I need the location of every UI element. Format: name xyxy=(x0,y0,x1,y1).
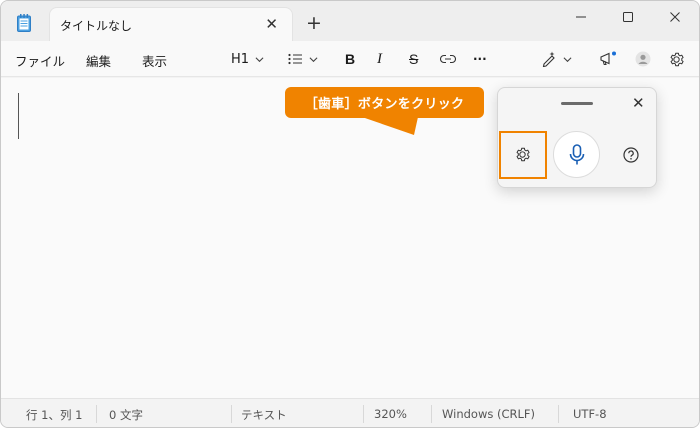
tab-close-icon[interactable]: ✕ xyxy=(265,15,278,33)
avatar-icon xyxy=(635,51,651,67)
menu-edit[interactable]: 編集 xyxy=(86,51,111,70)
status-text-format[interactable]: テキスト xyxy=(241,407,287,423)
menu-file[interactable]: ファイル xyxy=(15,51,65,70)
settings-highlight-box xyxy=(499,131,547,179)
megaphone-icon xyxy=(600,51,616,65)
account-button[interactable] xyxy=(635,47,651,71)
menu-view[interactable]: 表示 xyxy=(142,51,167,70)
chevron-down-icon xyxy=(563,56,572,62)
bulleted-list-icon xyxy=(288,53,302,65)
more-options-button[interactable]: ··· xyxy=(473,47,487,71)
feedback-button[interactable] xyxy=(599,47,617,71)
tab-title: タイトルなし xyxy=(60,19,133,33)
gear-icon xyxy=(670,52,684,66)
italic-icon: I xyxy=(377,50,382,67)
close-window-button[interactable] xyxy=(652,1,698,33)
chevron-down-icon xyxy=(309,56,318,62)
drag-handle[interactable] xyxy=(561,102,593,105)
text-cursor xyxy=(18,93,19,139)
status-divider xyxy=(231,405,232,423)
status-divider xyxy=(558,405,559,423)
italic-button[interactable]: I xyxy=(377,47,382,71)
bold-button[interactable]: B xyxy=(345,47,355,71)
list-dropdown[interactable] xyxy=(288,47,318,71)
status-bar: 行 1、列 1 0 文字 テキスト 320% Windows (CRLF) UT… xyxy=(1,398,699,427)
status-divider xyxy=(363,405,364,423)
status-line-ending: Windows (CRLF) xyxy=(442,407,536,421)
copilot-rewrite-dropdown[interactable] xyxy=(541,47,572,71)
chevron-down-icon xyxy=(255,56,264,62)
voice-panel-close-icon[interactable]: ✕ xyxy=(632,94,645,112)
status-zoom[interactable]: 320% xyxy=(374,407,407,421)
sparkle-pen-icon xyxy=(542,51,555,67)
instruction-callout: ［歯車］ボタンをクリック xyxy=(285,87,484,118)
microphone-button[interactable] xyxy=(553,131,600,178)
bold-icon: B xyxy=(345,51,356,67)
close-icon xyxy=(670,12,680,22)
status-cursor-position: 行 1、列 1 xyxy=(26,408,83,422)
strikethrough-icon: S xyxy=(409,51,419,67)
minimize-icon xyxy=(576,16,586,18)
notepad-app-icon xyxy=(17,14,31,32)
notepad-window: タイトルなし ✕ + ファイル 編集 表示 H1 B I S ··· 行 1、列… xyxy=(0,0,700,428)
status-divider xyxy=(96,405,97,423)
link-icon xyxy=(440,54,456,64)
heading-dropdown[interactable]: H1 xyxy=(231,47,264,71)
maximize-icon xyxy=(623,12,633,22)
status-divider xyxy=(431,405,432,423)
more-icon: ··· xyxy=(473,52,487,66)
heading-label: H1 xyxy=(231,51,250,67)
help-icon[interactable] xyxy=(623,147,639,163)
toolbar: ファイル 編集 表示 H1 B I S ··· xyxy=(1,41,699,77)
microphone-icon xyxy=(569,143,584,164)
maximize-button[interactable] xyxy=(605,1,651,33)
callout-pointer xyxy=(362,117,418,135)
new-tab-button[interactable]: + xyxy=(306,14,322,33)
status-character-count: 0 文字 xyxy=(109,408,143,422)
strikethrough-button[interactable]: S xyxy=(409,47,418,71)
title-bar: タイトルなし ✕ + xyxy=(1,1,699,41)
tab-untitled[interactable]: タイトルなし ✕ xyxy=(50,8,292,41)
settings-button[interactable] xyxy=(668,47,685,71)
minimize-button[interactable] xyxy=(558,1,604,33)
status-encoding: UTF-8 xyxy=(573,407,607,421)
link-button[interactable] xyxy=(440,47,456,71)
callout-text: ［歯車］ボタンをクリック xyxy=(304,97,465,112)
